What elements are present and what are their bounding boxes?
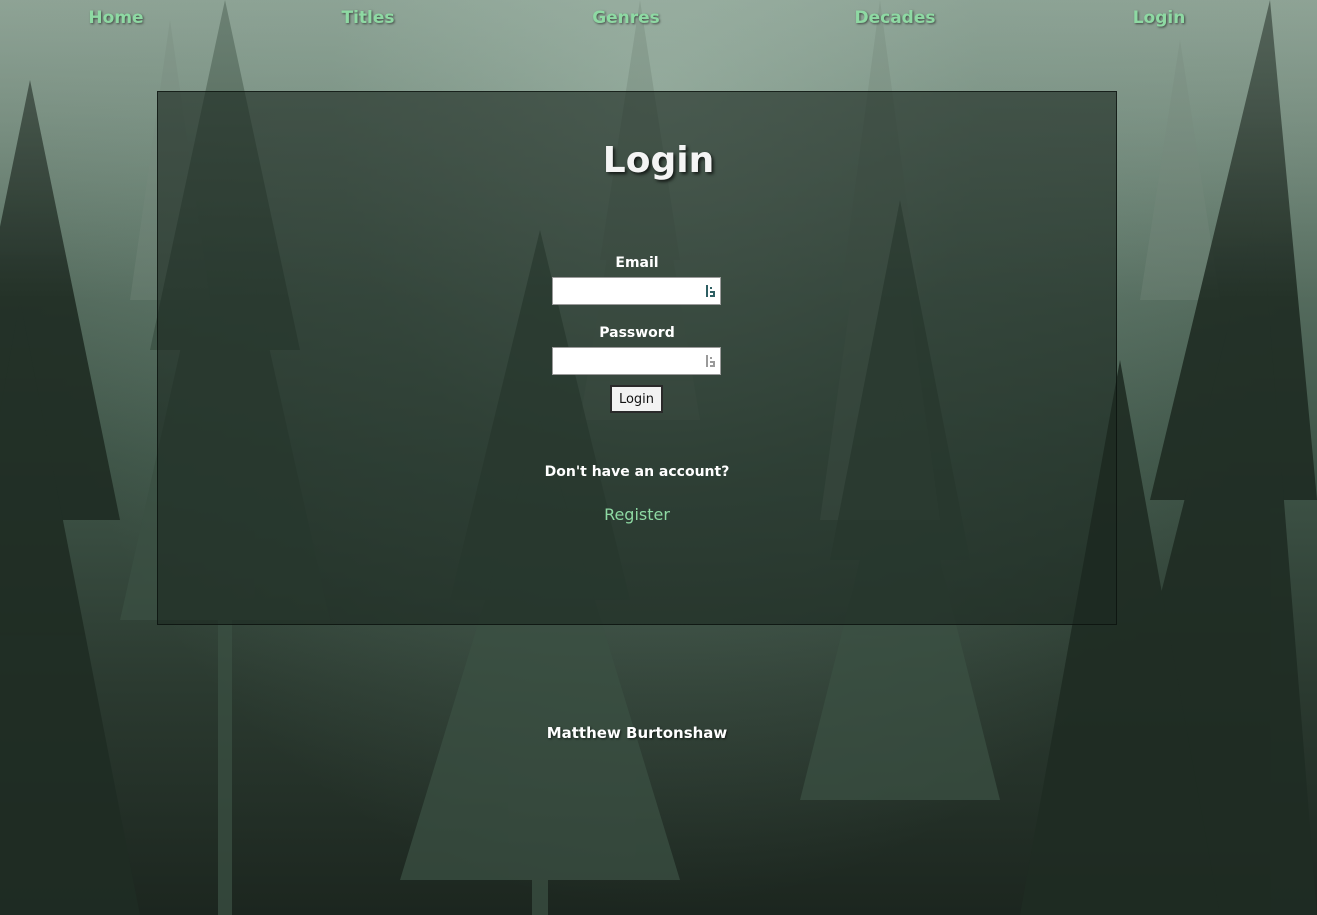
- login-submit-button[interactable]: Login: [610, 385, 663, 413]
- email-input[interactable]: [552, 277, 721, 305]
- password-input[interactable]: [552, 347, 721, 375]
- register-link[interactable]: Register: [604, 505, 670, 524]
- nav-genres-link[interactable]: Genres: [592, 8, 660, 28]
- nav-titles-link[interactable]: Titles: [341, 8, 394, 28]
- top-nav: Home Titles Genres Decades Login: [0, 0, 1317, 40]
- password-label: Password: [599, 325, 675, 341]
- page-title: Login: [602, 140, 715, 181]
- password-manager-icon[interactable]: [705, 354, 717, 368]
- email-label: Email: [615, 255, 659, 271]
- nav-decades-link[interactable]: Decades: [854, 8, 935, 28]
- nav-home-link[interactable]: Home: [88, 8, 143, 28]
- nav-login-link[interactable]: Login: [1133, 8, 1186, 28]
- no-account-text: Don't have an account?: [544, 464, 730, 480]
- password-manager-icon[interactable]: [705, 284, 717, 298]
- footer-author: Matthew Burtonshaw: [546, 724, 728, 742]
